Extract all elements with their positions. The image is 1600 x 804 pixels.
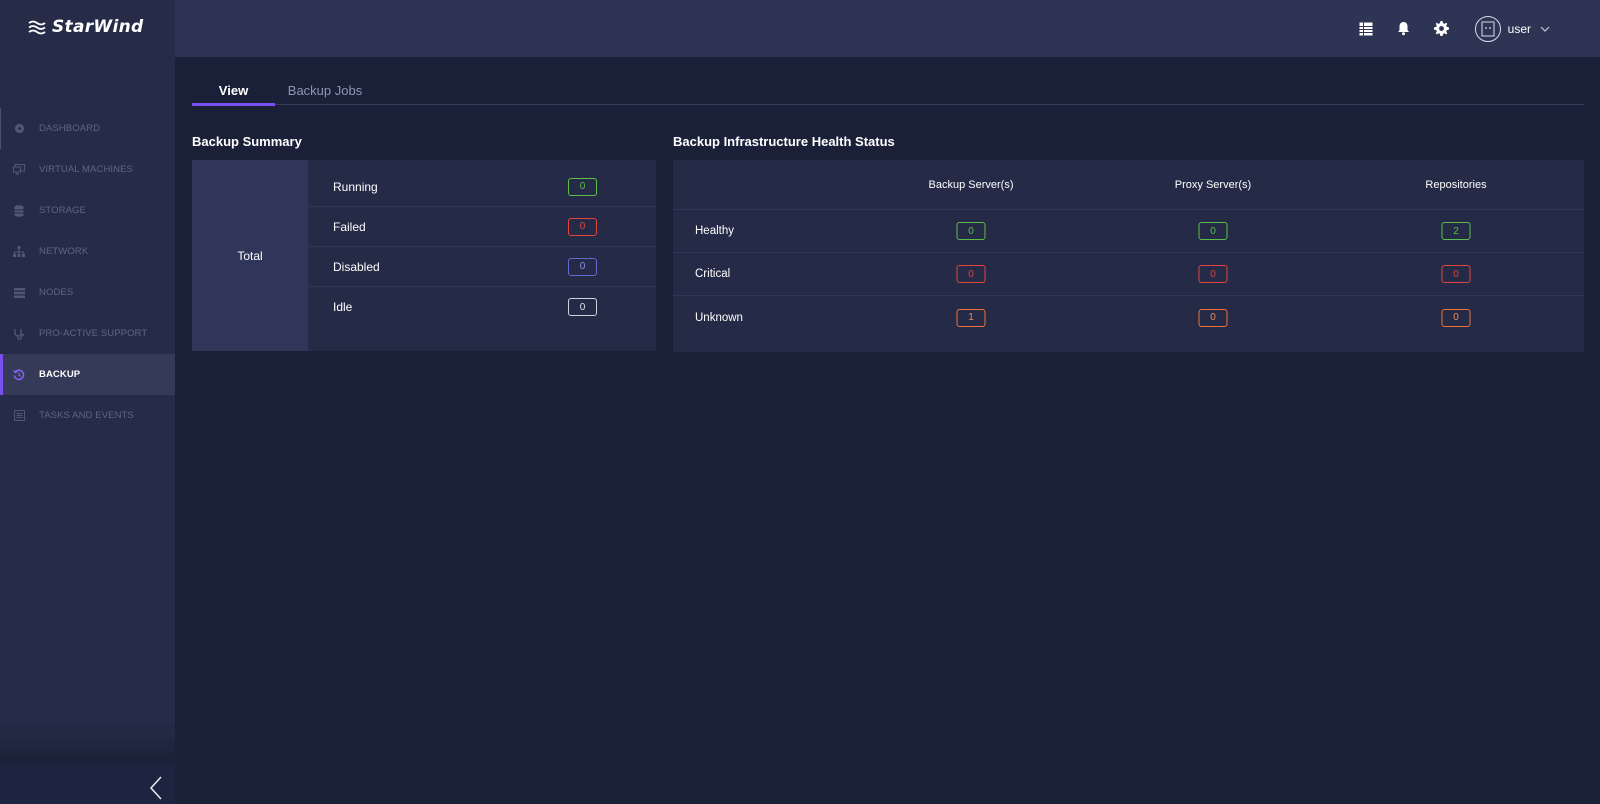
tab-backup-jobs[interactable]: Backup Jobs <box>275 75 375 105</box>
summary-row-running: Running 0 <box>308 167 656 207</box>
sidebar-item-label: TASKS AND EVENTS <box>39 410 134 421</box>
sidebar-item-label: NETWORK <box>39 246 89 257</box>
unknown-repositories-badge[interactable]: 0 <box>1441 308 1471 327</box>
summary-row-label: Idle <box>333 300 353 314</box>
waves-icon <box>28 20 46 35</box>
tab-bar: View Backup Jobs <box>192 75 1584 106</box>
username: user <box>1507 21 1531 36</box>
server-icon <box>13 287 25 299</box>
health-status-card: Backup Server(s) Proxy Server(s) Reposit… <box>673 160 1584 352</box>
healthy-backup-servers-badge[interactable]: 0 <box>956 222 986 240</box>
list-icon <box>13 410 25 422</box>
dashboard-icon <box>13 123 25 135</box>
sidebar-item-label: VIRTUAL MACHINES <box>39 164 133 175</box>
topbar: user <box>175 0 1600 57</box>
health-header-row: Backup Server(s) Proxy Server(s) Reposit… <box>673 160 1584 210</box>
user-menu[interactable]: user <box>1474 15 1550 42</box>
critical-proxy-servers-badge[interactable]: 0 <box>1198 265 1228 283</box>
sidebar-item-label: PRO-ACTIVE SUPPORT <box>39 328 148 339</box>
sidebar: StarWind DASHBOARD VIRTUAL MACHINES STOR… <box>0 0 175 804</box>
sidebar-item-label: BACKUP <box>39 369 81 380</box>
brand-name: StarWind <box>52 17 144 37</box>
healthy-repositories-badge[interactable]: 2 <box>1441 222 1471 240</box>
tab-view[interactable]: View <box>192 75 275 106</box>
summary-total-label: Total <box>192 160 308 351</box>
critical-repositories-badge[interactable]: 0 <box>1441 265 1471 283</box>
health-row-healthy: Healthy 0 0 2 <box>673 210 1584 253</box>
unknown-backup-servers-badge[interactable]: 1 <box>956 308 986 327</box>
health-row-critical: Critical 0 0 0 <box>673 253 1584 296</box>
sidebar-item-label: STORAGE <box>39 205 86 216</box>
healthy-proxy-servers-badge[interactable]: 0 <box>1198 222 1228 240</box>
table-icon <box>1359 22 1373 35</box>
health-row-unknown: Unknown 1 0 0 <box>673 296 1584 339</box>
backup-summary-card: Total Running 0 Failed 0 Disabled 0 Idle… <box>192 160 656 351</box>
network-icon <box>13 246 25 258</box>
health-status-title: Backup Infrastructure Health Status <box>673 134 895 149</box>
bell-icon <box>1398 22 1410 36</box>
gear-icon <box>1434 21 1450 36</box>
monitor-icon <box>13 164 25 176</box>
sidebar-item-backup[interactable]: BACKUP <box>0 354 175 395</box>
sidebar-item-nodes[interactable]: NODES <box>0 272 175 313</box>
starwind-logo[interactable]: StarWind <box>28 14 143 40</box>
backup-summary-title: Backup Summary <box>192 134 302 149</box>
database-icon <box>13 204 25 217</box>
disabled-count-badge[interactable]: 0 <box>568 257 597 276</box>
idle-count-badge[interactable]: 0 <box>568 298 597 316</box>
sidebar-nav: DASHBOARD VIRTUAL MACHINES STORAGE NETWO… <box>0 108 175 436</box>
summary-row-label: Failed <box>333 219 366 234</box>
sidebar-item-label: DASHBOARD <box>39 123 101 134</box>
summary-row-disabled: Disabled 0 <box>308 247 656 287</box>
running-count-badge[interactable]: 0 <box>568 177 597 196</box>
health-row-label: Unknown <box>695 311 743 324</box>
summary-rows: Running 0 Failed 0 Disabled 0 Idle 0 <box>308 160 656 351</box>
sidebar-shadow <box>0 720 175 764</box>
table-button[interactable] <box>1347 10 1385 48</box>
unknown-proxy-servers-badge[interactable]: 0 <box>1198 308 1228 327</box>
column-header-proxy-servers: Proxy Server(s) <box>1174 178 1252 191</box>
chevron-down-icon <box>1540 26 1550 32</box>
stethoscope-icon <box>13 328 25 340</box>
sidebar-item-dashboard[interactable]: DASHBOARD <box>0 108 175 149</box>
sidebar-item-label: NODES <box>39 287 74 298</box>
history-icon <box>13 369 25 381</box>
collapse-sidebar-button[interactable] <box>148 776 164 800</box>
chevron-left-icon <box>149 776 162 800</box>
health-row-label: Healthy <box>695 225 734 237</box>
sidebar-item-storage[interactable]: STORAGE <box>0 190 175 231</box>
summary-row-label: Running <box>333 179 378 194</box>
column-header-backup-servers: Backup Server(s) <box>928 178 1014 191</box>
column-header-repositories: Repositories <box>1425 178 1487 191</box>
avatar-icon <box>1474 15 1501 42</box>
summary-row-failed: Failed 0 <box>308 207 656 247</box>
topbar-actions: user <box>1347 0 1600 57</box>
summary-row-idle: Idle 0 <box>308 287 656 327</box>
sidebar-item-pro-active-support[interactable]: PRO-ACTIVE SUPPORT <box>0 313 175 354</box>
settings-button[interactable] <box>1423 10 1461 48</box>
summary-row-label: Disabled <box>333 259 380 274</box>
sidebar-item-network[interactable]: NETWORK <box>0 231 175 272</box>
critical-backup-servers-badge[interactable]: 0 <box>956 265 986 283</box>
health-row-label: Critical <box>695 268 731 280</box>
notifications-button[interactable] <box>1385 10 1423 48</box>
sidebar-item-virtual-machines[interactable]: VIRTUAL MACHINES <box>0 149 175 190</box>
sidebar-item-tasks-and-events[interactable]: TASKS AND EVENTS <box>0 395 175 436</box>
failed-count-badge[interactable]: 0 <box>568 217 597 236</box>
